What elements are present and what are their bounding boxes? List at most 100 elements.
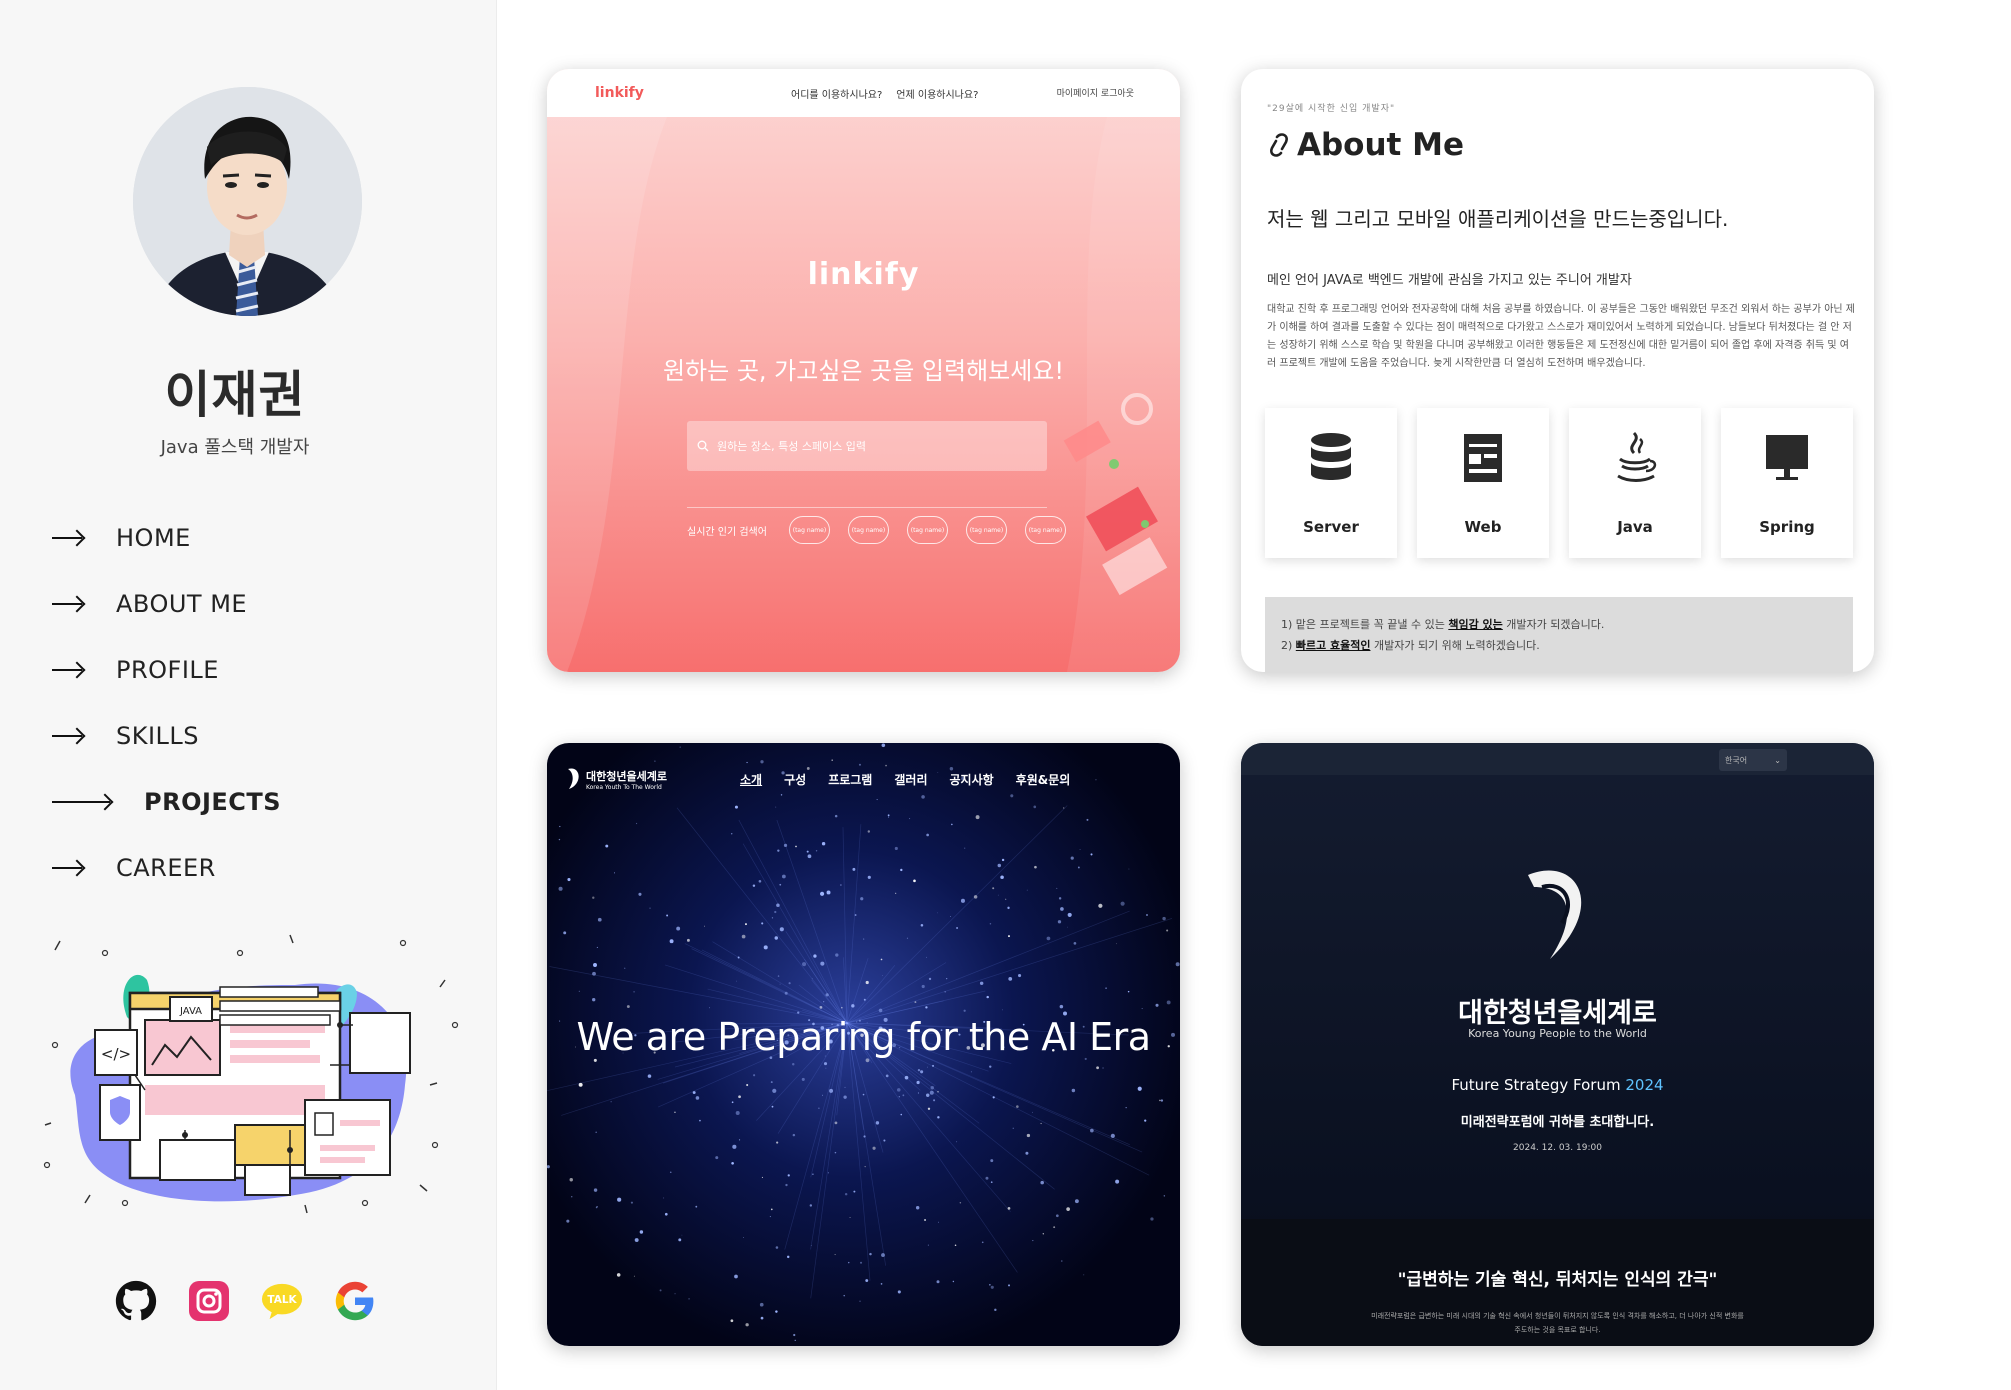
nav-item-label: PROFILE (116, 656, 219, 684)
kakaotalk-icon: TALK (261, 1283, 303, 1320)
project-card-linkify[interactable]: linkify 어디를 이용하시나요? 언제 이용하시나요? 마이페이지 로그아… (547, 69, 1180, 672)
forum-language-select: 한국어 ⌄ (1719, 749, 1787, 771)
youth-logo-icon (568, 768, 579, 789)
database-icon (1306, 428, 1356, 488)
about-paragraph: 대학교 진학 후 프로그래밍 언어와 전자공학에 대해 처음 공부를 하였습니다… (1267, 304, 1855, 369)
github-link[interactable] (115, 1280, 157, 1322)
linkify-headline: 원하는 곳, 가고싶은 곳을 입력해보세요! (662, 357, 1065, 385)
ai-logo-en: Korea Youth To The World (586, 783, 662, 791)
portfolio-page: 이재권 Java 풀스택 개발자 HOME ABOUT ME PROFILE S… (0, 0, 2011, 1390)
google-link[interactable] (334, 1280, 376, 1322)
about-note-1: 1) 맡은 프로젝트를 꼭 끝낼 수 있는 책임감 있는 개발자가 되겠습니다. (1281, 618, 1605, 631)
ai-site-nav: 대한청년을세계로 Korea Youth To The World 소개 구성 … (565, 759, 1165, 799)
linkify-tag: (tag name) (847, 516, 889, 544)
ai-menu-item: 구성 (784, 773, 807, 787)
linkify-search-placeholder: 원하는 장소, 특성 스페이스 입력 (717, 440, 867, 453)
linkify-logo: linkify (807, 257, 920, 292)
linkify-hot-tags: 실시간 인기 검색어 (tag name) (tag name) (tag na… (687, 516, 1066, 544)
linkify-tag: (tag name) (788, 516, 830, 544)
skill-label: Java (1617, 518, 1653, 536)
ai-menu-item: 갤러리 (894, 773, 928, 787)
forum-logo-icon (1528, 870, 1582, 959)
code-icon-label: </> (101, 1045, 131, 1063)
linkify-search-box: 원하는 장소, 특성 스페이스 입력 (687, 421, 1047, 471)
about-lead: 저는 웹 그리고 모바일 애플리케이션을 만드는중입니다. (1267, 207, 1729, 231)
arrow-right-icon (52, 801, 110, 803)
skill-label: Spring (1759, 518, 1815, 536)
forum-event-name: Future Strategy Forum 2024 (1451, 1076, 1664, 1094)
sidebar: 이재권 Java 풀스택 개발자 HOME ABOUT ME PROFILE S… (0, 0, 497, 1390)
developer-illustration: </> JAVA (35, 925, 465, 1215)
ai-site-logo: 대한청년을세계로 Korea Youth To The World (565, 766, 667, 792)
arrow-right-icon (52, 603, 82, 605)
linkify-nav: 어디를 이용하시나요? 언제 이용하시나요? (791, 86, 978, 101)
linkify-header-right: 마이페이지 로그아웃 (1056, 89, 1134, 99)
linkify-tag: (tag name) (906, 516, 948, 544)
about-title: About Me (1267, 127, 1464, 163)
skill-card-server: Server (1265, 408, 1397, 558)
project-card-ai-era[interactable]: 대한청년을세계로 Korea Youth To The World 소개 구성 … (547, 743, 1180, 1346)
nav-item-home[interactable]: HOME (52, 505, 281, 571)
project-card-about-me[interactable]: "29살에 시작한 신입 개발자" About Me 저는 웹 그리고 모바일 … (1241, 69, 1874, 672)
web-page-icon (1458, 428, 1508, 488)
forum-language-value: 한국어 (1725, 755, 1748, 765)
skill-card-web: Web (1417, 408, 1549, 558)
google-icon (335, 1281, 374, 1321)
ai-logo-ko: 대한청년을세계로 (586, 769, 667, 783)
forum-date: 2024. 12. 03. 19:00 (1513, 1143, 1602, 1153)
about-notes: 1) 맡은 프로젝트를 꼭 끝낼 수 있는 책임감 있는 개발자가 되겠습니다.… (1265, 597, 1853, 672)
link-icon (1270, 133, 1288, 157)
linkify-tag: (tag name) (1024, 516, 1066, 544)
nav-item-label: HOME (116, 524, 191, 552)
forum-title: 대한청년을세계로 (1458, 998, 1657, 1029)
skill-card-java: Java (1569, 408, 1701, 558)
sidebar-nav: HOME ABOUT ME PROFILE SKILLS PROJECTS CA… (52, 505, 281, 901)
chevron-down-icon: ⌄ (1774, 755, 1781, 765)
ai-menu: 소개 구성 프로그램 갤러리 공지사항 후원&문의 (740, 771, 1070, 788)
about-sub: 메인 언어 JAVA로 백엔드 개발에 관심을 가지고 있는 주니어 개발자 (1267, 273, 1632, 288)
search-icon (697, 440, 709, 452)
linkify-nav-where: 어디를 이용하시나요? (791, 90, 883, 101)
forum-quote: "급변하는 기술 혁신, 뒤처지는 인식의 간극" (1397, 1270, 1718, 1290)
linkify-hot-label: 실시간 인기 검색어 (687, 526, 767, 538)
nav-item-about-me[interactable]: ABOUT ME (52, 571, 281, 637)
kakaotalk-link[interactable]: TALK (261, 1280, 303, 1322)
project-card-forum[interactable]: 한국어 ⌄ 대한청년을세계로 Korea Young People to the… (1241, 743, 1874, 1346)
nav-item-label: CAREER (116, 854, 216, 882)
profile-subtitle: Java 풀스택 개발자 (160, 437, 310, 458)
nav-item-career[interactable]: CAREER (52, 835, 281, 901)
ai-menu-item: 공지사항 (949, 773, 994, 787)
ai-menu-item: 소개 (740, 773, 763, 787)
linkify-nav-when: 언제 이용하시나요? (896, 90, 979, 101)
avatar (133, 87, 362, 316)
arrow-right-icon (52, 537, 82, 539)
talk-label: TALK (267, 1294, 297, 1306)
nav-item-label: SKILLS (116, 722, 200, 750)
nav-item-projects[interactable]: PROJECTS (52, 769, 281, 835)
linkify-divider (687, 507, 1047, 508)
forum-subtitle-en: Korea Young People to the World (1468, 1027, 1647, 1040)
about-skill-cards: Server Web Java Spring (1265, 408, 1853, 558)
monitor-icon (1762, 428, 1812, 488)
nav-item-label: PROJECTS (144, 788, 282, 816)
java-label: JAVA (179, 1006, 202, 1017)
linkify-tag: (tag name) (965, 516, 1007, 544)
instagram-icon (189, 1281, 229, 1321)
instagram-link[interactable] (188, 1280, 230, 1322)
arrow-right-icon (52, 669, 82, 671)
skill-label: Server (1303, 518, 1359, 536)
ai-headline: We are Preparing for the AI Era (576, 1015, 1151, 1059)
profile-name: 이재권 (164, 366, 306, 424)
social-links: TALK (115, 1280, 376, 1322)
ai-menu-item: 후원&문의 (1015, 773, 1071, 787)
about-tagline: "29살에 시작한 신입 개발자" (1267, 104, 1396, 114)
forum-invite: 미래전략포럼에 귀하를 초대합니다. (1460, 1115, 1655, 1130)
nav-item-profile[interactable]: PROFILE (52, 637, 281, 703)
nav-item-skills[interactable]: SKILLS (52, 703, 281, 769)
about-title-text: About Me (1297, 127, 1465, 163)
nav-item-label: ABOUT ME (116, 590, 248, 618)
skill-card-spring: Spring (1721, 408, 1853, 558)
linkify-logo-small: linkify (595, 85, 644, 101)
ai-menu-item: 프로그램 (828, 773, 873, 787)
arrow-right-icon (52, 735, 82, 737)
